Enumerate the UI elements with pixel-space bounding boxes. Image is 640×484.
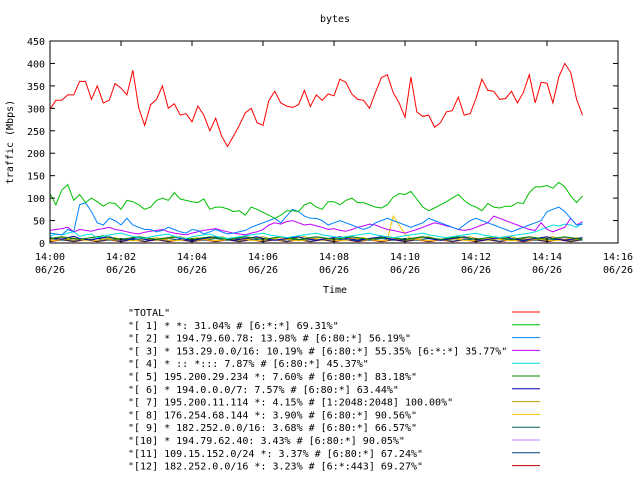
- legend-entry-label: "[ 4] * :: *::: 7.87% # [6:80:*] 45.37%": [128, 359, 369, 370]
- x-tick-date-label: 06/26: [390, 265, 420, 276]
- x-tick-date-label: 06/26: [35, 265, 65, 276]
- legend-entry-label: "[ 7] 195.200.11.114 *: 4.15% # [1:2048:…: [128, 398, 453, 409]
- x-tick-time-label: 14:06: [248, 252, 278, 263]
- x-tick-time-label: 14:00: [35, 252, 65, 263]
- x-tick-time-label: 14:14: [532, 252, 562, 263]
- traffic-chart: bytes traffic (Mbps) Time 0 50 100 150 200 25…: [0, 0, 640, 480]
- x-tick-date-label: 06/26: [248, 265, 278, 276]
- y-axis-label: traffic (Mbps): [5, 100, 16, 184]
- series-line-3: [49, 215, 583, 236]
- series-line-4: [49, 222, 583, 240]
- legend: "TOTAL" "[ 1] * *: 31.04% # [6:*:*] 69.31…: [128, 308, 540, 473]
- legend-entry-label: "[ 9] * 182.252.0.0/16: 3.68% # [6:80:*]…: [128, 423, 417, 434]
- x-tick-time-label: 14:12: [461, 252, 491, 263]
- y-tick-label: 50: [33, 217, 45, 228]
- x-tick-date-label: 06/26: [106, 265, 136, 276]
- x-tick-date-label: 06/26: [461, 265, 491, 276]
- series-line-1: [49, 181, 583, 219]
- x-tick-date-label: 06/26: [177, 265, 207, 276]
- legend-entry-label: "[12] 182.252.0.0/16 *: 3.23% # [6:*:443…: [128, 462, 423, 473]
- legend-entry-label: "[11] 109.15.152.0/24 *: 3.37% # [6:80:*…: [128, 449, 423, 460]
- x-tick-time-label: 14:16: [603, 252, 633, 263]
- y-tick-label: 400: [27, 59, 45, 70]
- chart-canvas: bytes traffic (Mbps) Time 0 50 100 150 200 25…: [5, 14, 633, 473]
- chart-title: bytes: [320, 14, 350, 25]
- legend-entry-label: "[ 2] * 194.79.60.78: 13.98% # [6:80:*] …: [128, 334, 411, 345]
- y-tick-label: 350: [27, 82, 45, 93]
- y-tick-label: 200: [27, 149, 45, 160]
- series-line-0: [49, 62, 583, 148]
- x-tick-date-label: 06/26: [319, 265, 349, 276]
- x-tick-time-label: 14:02: [106, 252, 136, 263]
- legend-entry-label: "[ 5] 195.200.29.234 *: 7.60% # [6:80:*]…: [128, 372, 417, 383]
- legend-entry-label: "[ 1] * *: 31.04% # [6:*:*] 69.31%": [128, 321, 339, 332]
- x-tick-date-label: 06/26: [603, 265, 633, 276]
- plot-frame: [49, 40, 619, 244]
- series-layer: [49, 62, 583, 243]
- x-tick-time-label: 14:10: [390, 252, 420, 263]
- legend-entry-label: "TOTAL": [128, 308, 170, 319]
- legend-entry-label: "[10] * 194.79.62.40: 3.43% # [6:80:*] 9…: [128, 436, 405, 447]
- legend-entry-label: "[ 3] * 153.29.0.0/16: 10.19% # [6:80:*]…: [128, 346, 507, 357]
- x-tick-time-label: 14:08: [319, 252, 349, 263]
- legend-entry-label: "[ 6] * 194.0.0.0/7: 7.57% # [6:80:*] 63…: [128, 385, 399, 396]
- y-tick-label: 100: [27, 194, 45, 205]
- y-tick-label: 150: [27, 172, 45, 183]
- legend-entry-label: "[ 8] 176.254.68.144 *: 3.90% # [6:80:*]…: [128, 410, 417, 421]
- y-tick-label: 250: [27, 127, 45, 138]
- x-tick-time-label: 14:04: [177, 252, 207, 263]
- y-tick-label: 450: [27, 37, 45, 48]
- x-axis-label: Time: [323, 285, 347, 296]
- y-tick-label: 0: [39, 239, 45, 250]
- y-tick-label: 300: [27, 104, 45, 115]
- x-tick-date-label: 06/26: [532, 265, 562, 276]
